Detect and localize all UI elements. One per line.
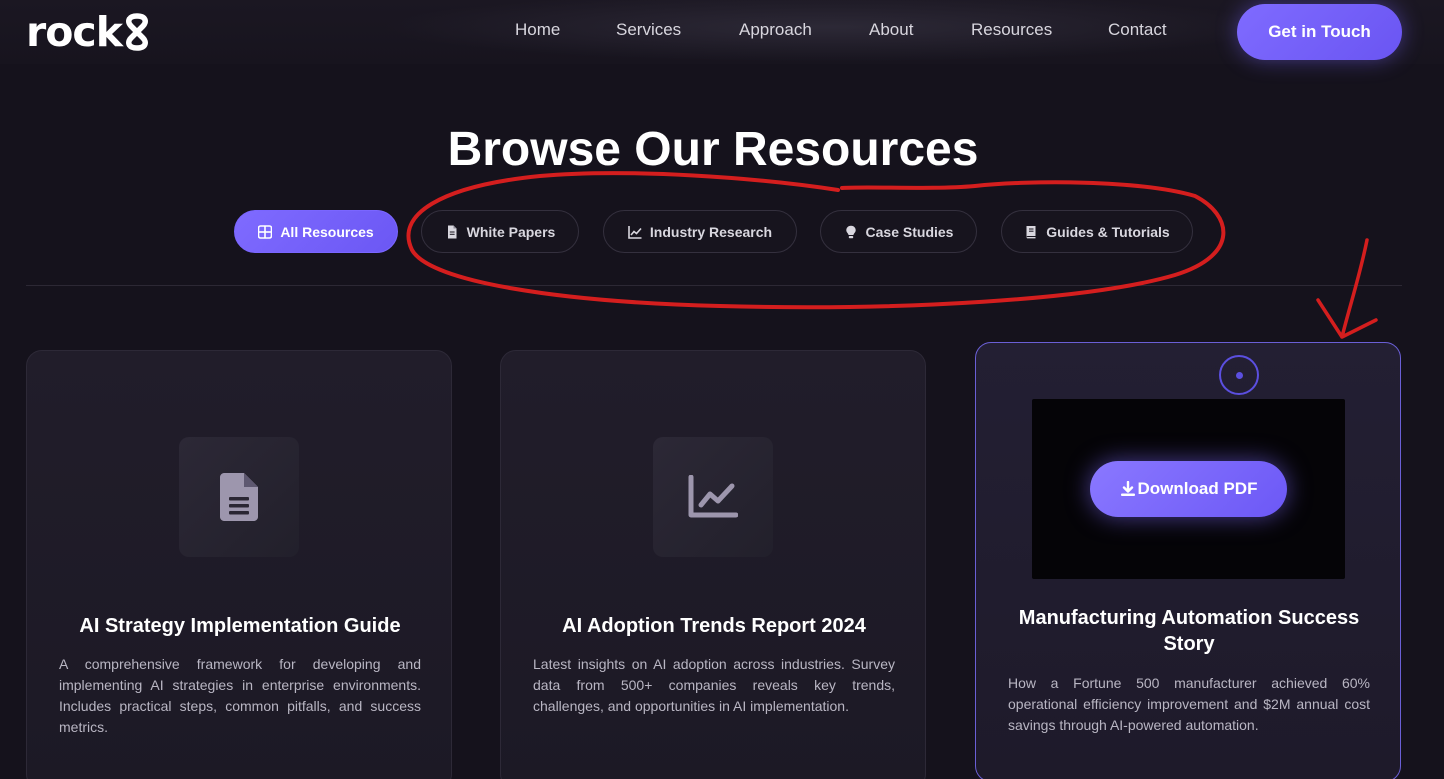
line-chart-icon — [688, 475, 738, 518]
resource-card-manufacturing-story[interactable]: Download PDF Manufacturing Automation Su… — [975, 342, 1401, 779]
navbar: rock Home Services Approach About Resour… — [0, 0, 1444, 64]
nav-link-resources[interactable]: Resources — [971, 20, 1052, 40]
resources-page: rock Home Services Approach About Resour… — [0, 0, 1444, 779]
card-icon-tile — [653, 437, 773, 557]
filter-label: Guides & Tutorials — [1046, 223, 1170, 240]
section-divider — [26, 285, 1402, 286]
nav-link-contact[interactable]: Contact — [1108, 20, 1167, 40]
nav-link-about[interactable]: About — [869, 20, 913, 40]
card-title: AI Adoption Trends Report 2024 — [562, 615, 866, 637]
resource-card-adoption-trends[interactable]: AI Adoption Trends Report 2024 Latest in… — [500, 350, 926, 779]
filter-industry-research[interactable]: Industry Research — [603, 210, 797, 253]
filter-guides-tutorials[interactable]: Guides & Tutorials — [1001, 210, 1193, 253]
grid-icon — [258, 224, 273, 239]
document-icon — [220, 473, 258, 521]
resource-card-ai-strategy[interactable]: AI Strategy Implementation Guide A compr… — [26, 350, 452, 779]
card-title: Manufacturing Automation Success Story — [1018, 607, 1360, 655]
infinity-8-icon — [126, 13, 148, 51]
file-icon — [447, 225, 457, 238]
filter-label: All Resources — [280, 223, 374, 240]
card-description: How a Fortune 500 manufacturer achieved … — [1008, 675, 1370, 733]
lightbulb-icon — [845, 225, 856, 238]
page-title: Browse Our Resources — [447, 123, 979, 176]
nav-link-approach[interactable]: Approach — [739, 20, 812, 40]
annotation-arrow-icon — [1316, 238, 1378, 339]
download-pdf-button[interactable]: Download PDF — [1090, 461, 1287, 517]
card-title: AI Strategy Implementation Guide — [79, 615, 401, 637]
filter-all-resources[interactable]: All Resources — [234, 210, 398, 253]
card-description: A comprehensive framework for developing… — [59, 656, 421, 735]
nav-link-services[interactable]: Services — [616, 20, 681, 40]
card-description: Latest insights on AI adoption across in… — [533, 656, 895, 714]
line-chart-icon — [628, 225, 642, 239]
get-in-touch-button[interactable]: Get in Touch — [1237, 4, 1402, 60]
logo[interactable]: rock — [26, 8, 151, 56]
filter-label: Industry Research — [649, 223, 773, 240]
target-dot — [1235, 371, 1243, 379]
filter-white-papers[interactable]: White Papers — [421, 210, 579, 253]
download-icon — [1120, 481, 1135, 496]
logo-text: rock — [26, 8, 123, 56]
filter-label: White Papers — [466, 223, 556, 240]
target-indicator-icon — [1219, 355, 1259, 395]
download-label: Download PDF — [1137, 479, 1258, 498]
filter-case-studies[interactable]: Case Studies — [820, 210, 977, 253]
filter-label: Case Studies — [865, 223, 954, 240]
card-icon-tile — [179, 437, 299, 557]
book-icon — [1026, 225, 1036, 238]
pdf-preview: Download PDF — [1032, 399, 1345, 579]
nav-link-home[interactable]: Home — [515, 20, 560, 40]
